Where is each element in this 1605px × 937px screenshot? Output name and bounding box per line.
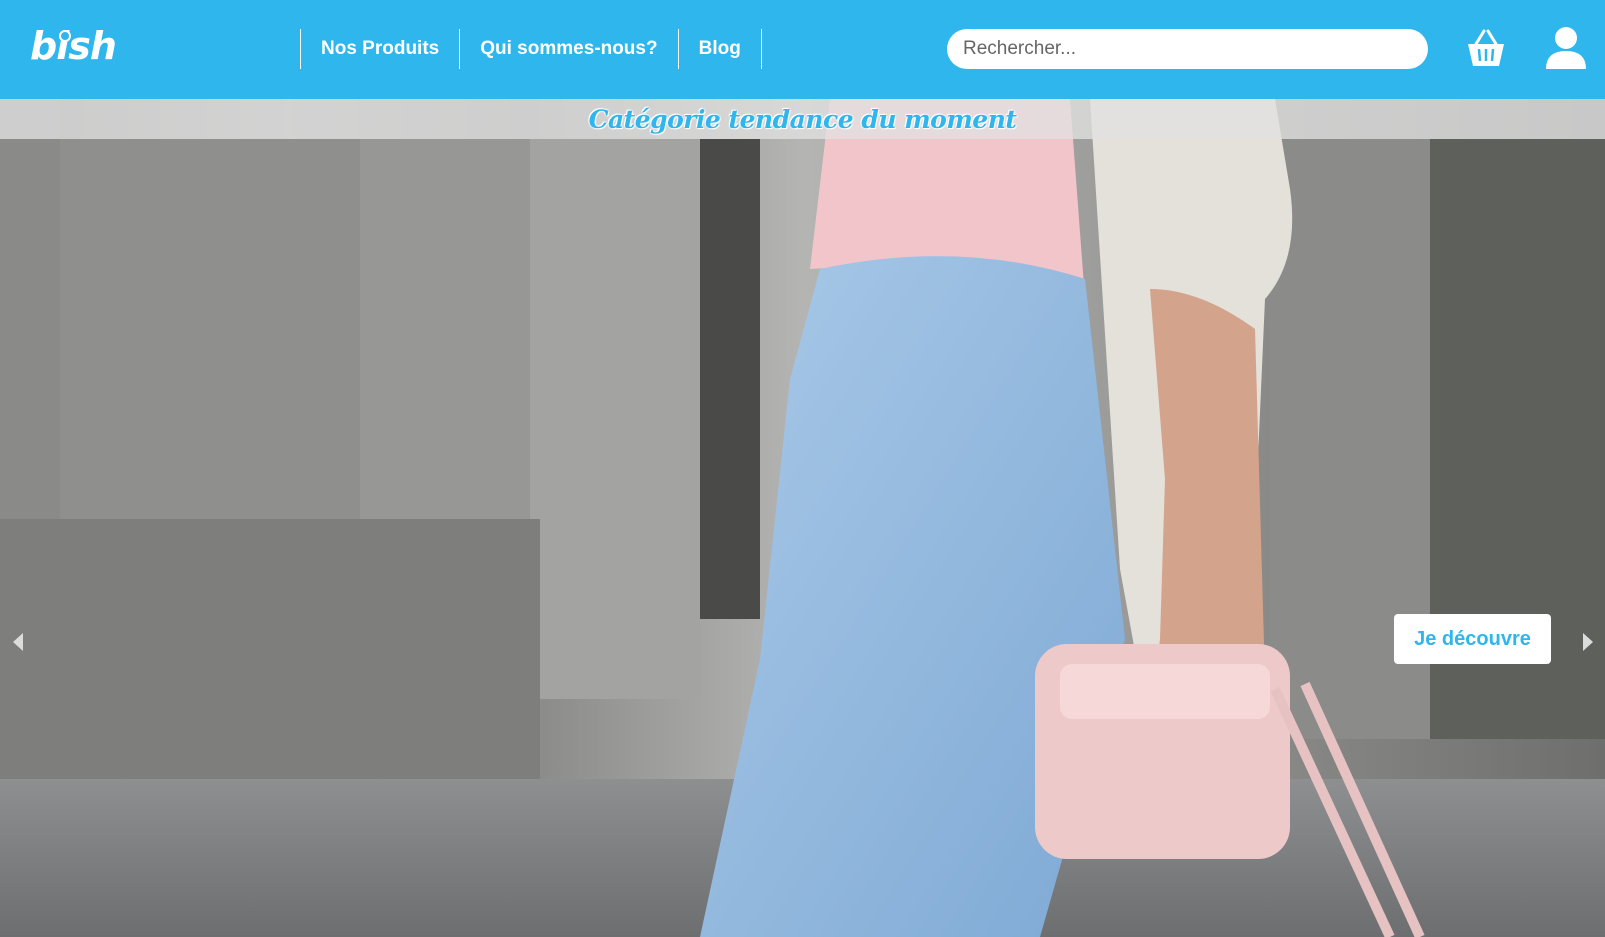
banner-title: Catégorie tendance du moment [588, 104, 1017, 134]
basket-icon [1468, 29, 1504, 66]
hero-carousel: Catégorie tendance du moment Je découvre [0, 99, 1605, 937]
main-nav: Nos Produits Qui sommes-nous? Blog [300, 29, 762, 69]
user-icon [1546, 27, 1586, 69]
nav-item-qui-sommes-nous[interactable]: Qui sommes-nous? [460, 29, 679, 69]
nav-item-blog[interactable]: Blog [679, 29, 762, 69]
account-button[interactable] [1544, 24, 1588, 72]
hero-image [0, 99, 1605, 937]
chevron-left-icon [13, 633, 23, 651]
brand-logo[interactable]: bish [30, 24, 117, 68]
nav-item-produits[interactable]: Nos Produits [301, 29, 461, 69]
search-input[interactable] [947, 29, 1428, 69]
carousel-prev-button[interactable] [8, 627, 28, 657]
basket-button[interactable] [1464, 24, 1508, 72]
chevron-right-icon [1583, 633, 1593, 651]
carousel-next-button[interactable] [1578, 627, 1598, 657]
trending-banner: Catégorie tendance du moment [0, 99, 1605, 139]
top-navbar: bish Nos Produits Qui sommes-nous? Blog [0, 0, 1605, 99]
discover-button[interactable]: Je découvre [1394, 614, 1551, 664]
